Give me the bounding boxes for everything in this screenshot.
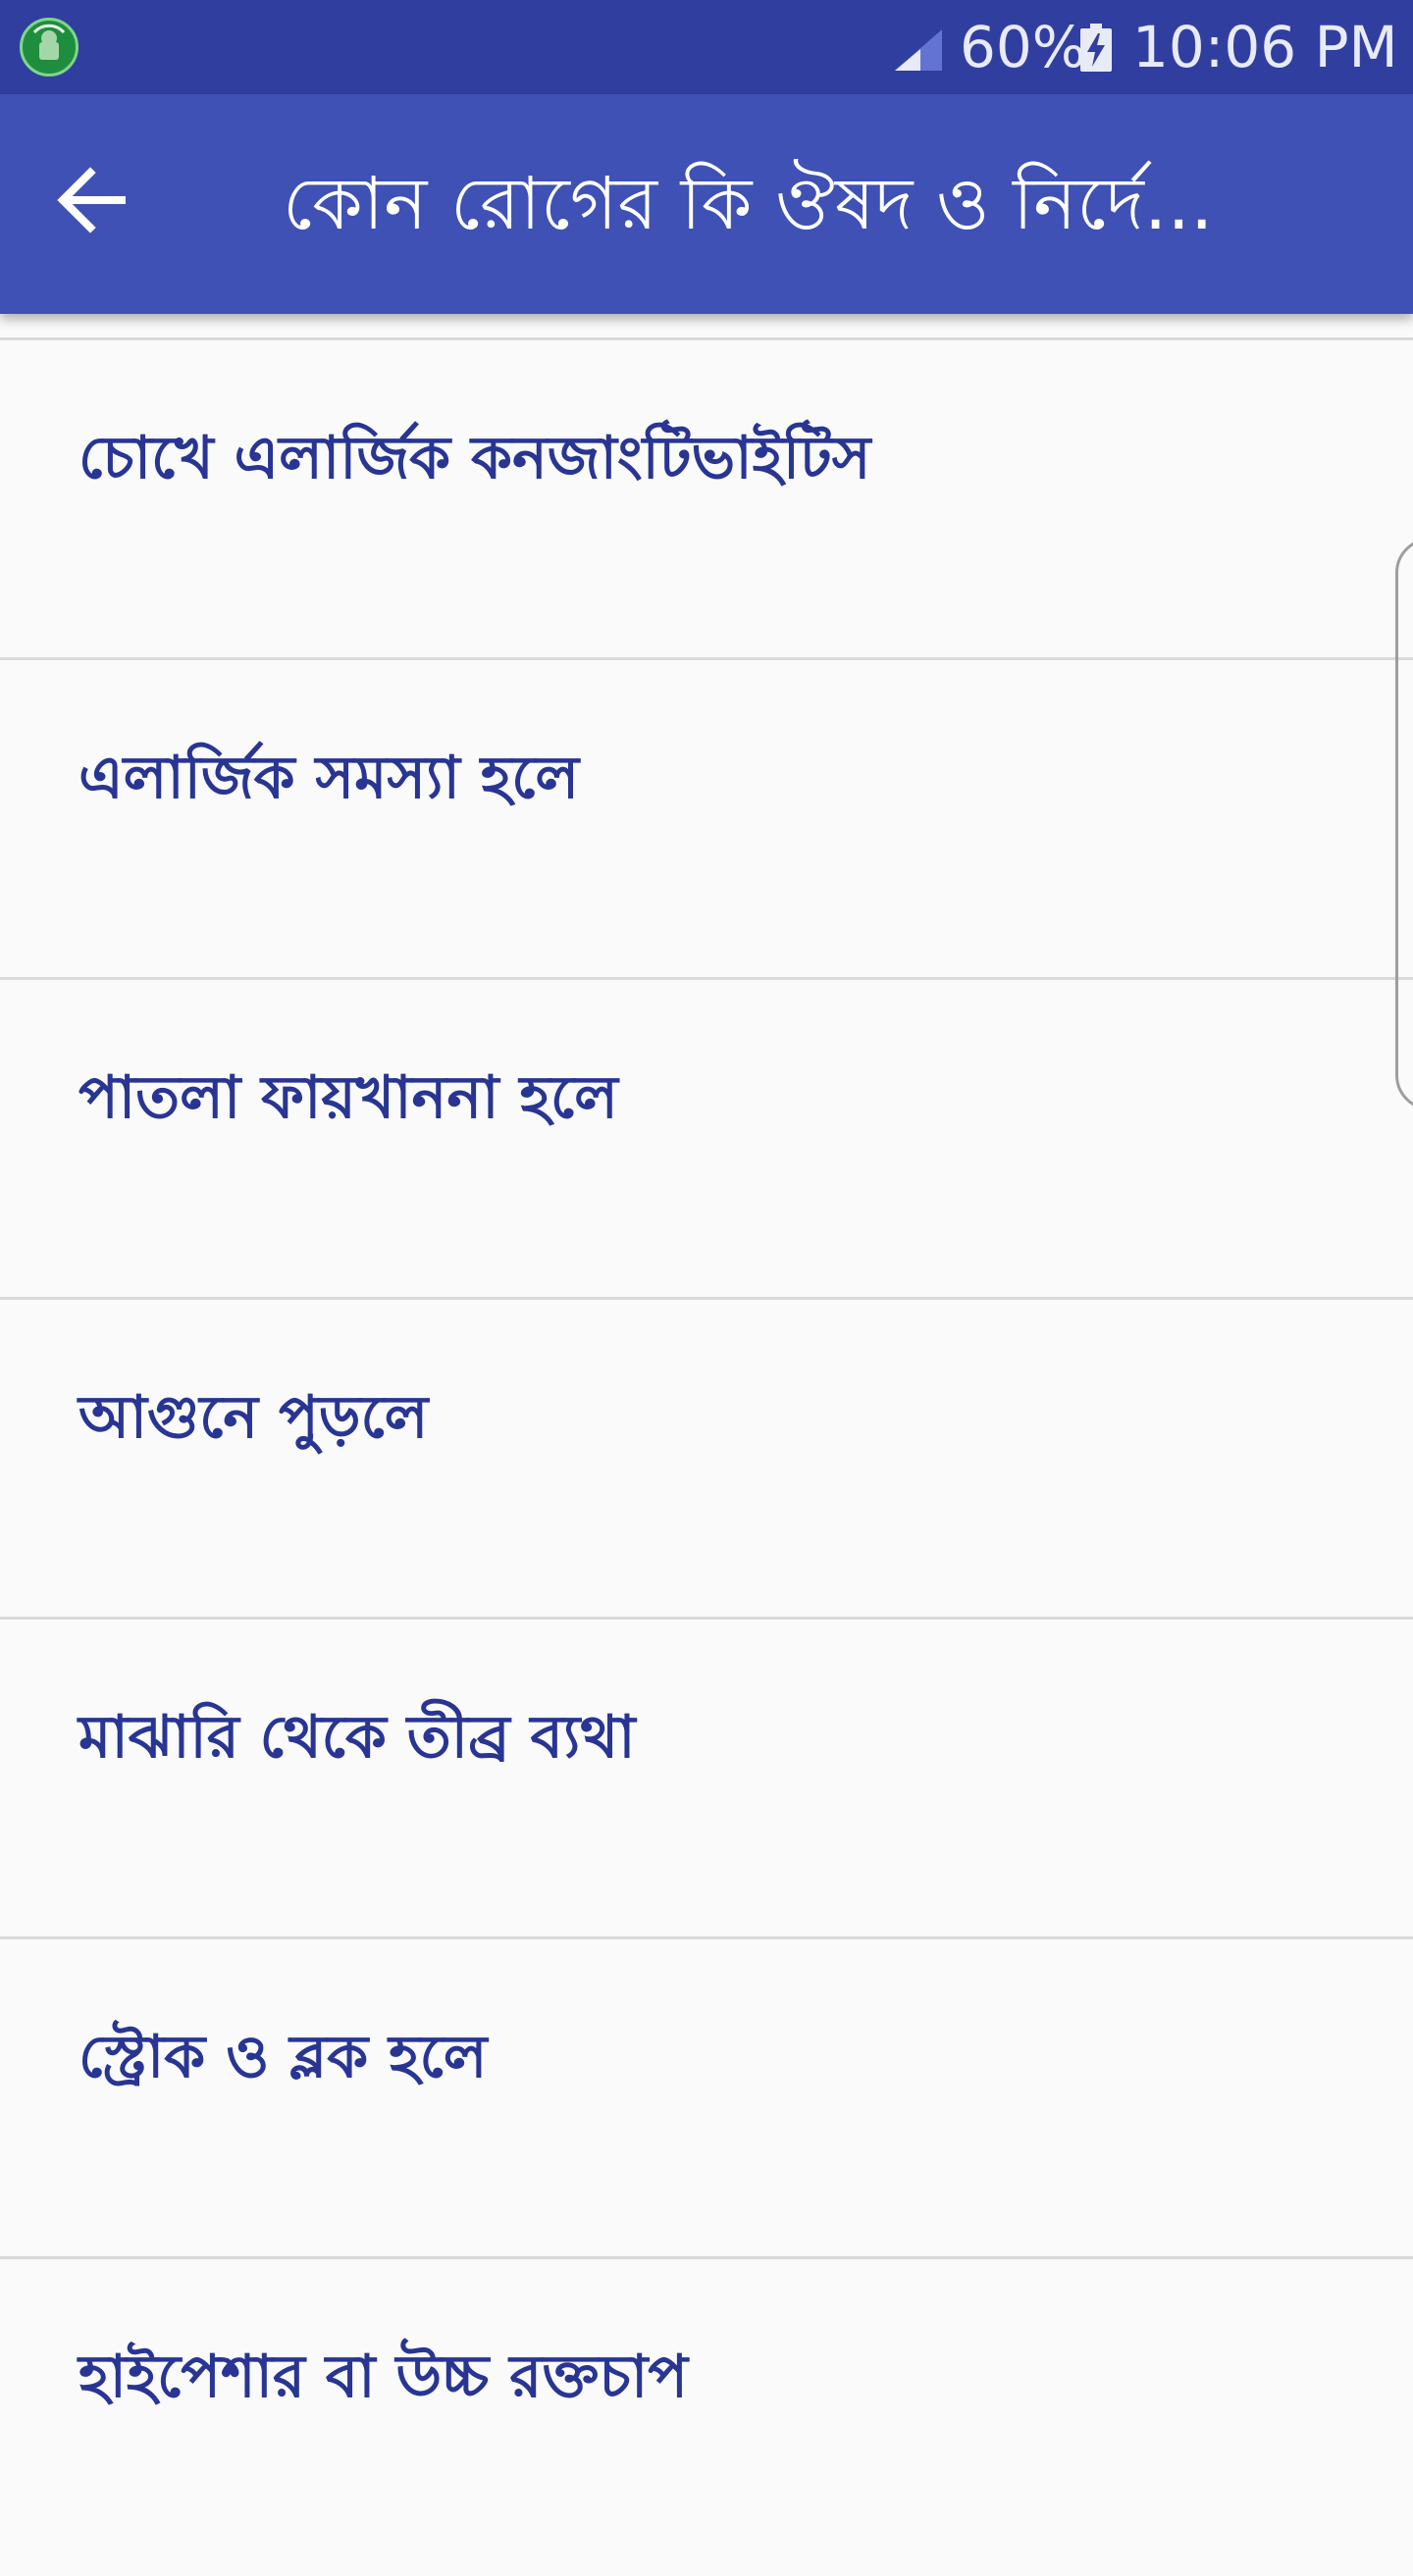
battery-percent: 60%	[960, 14, 1086, 80]
page-title: কোন রোগের কি ঔষদ ও নির্দে...	[283, 162, 1214, 246]
list-item[interactable]: স্ট্রোক ও ব্লক হলে	[0, 1936, 1413, 2256]
list-item-label: পাতলা ফায়খাননা হলে	[78, 1063, 618, 1132]
list-item[interactable]: হাইপেশার বা উচ্চ রক্তচাপ	[0, 2256, 1413, 2576]
list-item[interactable]: মাঝারি থেকে তীব্র ব্যথা	[0, 1617, 1413, 1936]
list-item-label: এলার্জিক সমস্যা হলে	[78, 744, 580, 812]
battery-charging-icon	[1080, 24, 1112, 72]
list-item-label: চোখে এলার্জিক কনজাংটিভাইটিস	[78, 424, 871, 492]
list-item[interactable]: আগুনে পুড়লে	[0, 1297, 1413, 1617]
list-item[interactable]: এলার্জিক সমস্যা হলে	[0, 657, 1413, 977]
status-bar: 60% 10:06 PM	[0, 0, 1413, 94]
list-item-label: হাইপেশার বা উচ্চ রক্তচাপ	[78, 2343, 689, 2411]
signal-icon	[895, 29, 942, 71]
list-item-label: আগুনে পুড়লে	[78, 1383, 429, 1452]
list-item[interactable]: চোখে এলার্জিক কনজাংটিভাইটিস	[0, 337, 1413, 657]
clock: 10:06 PM	[1132, 14, 1398, 80]
edge-panel-handle[interactable]	[1395, 538, 1413, 1110]
app-bar: কোন রোগের কি ঔষদ ও নির্দে...	[0, 94, 1413, 314]
back-button[interactable]	[39, 145, 147, 253]
app-notification-icon	[20, 18, 78, 77]
topic-list: চোখে এলার্জিক কনজাংটিভাইটিস এলার্জিক সমস…	[0, 337, 1413, 2576]
list-item-label: স্ট্রোক ও ব্লক হলে	[78, 2023, 488, 2091]
list-item[interactable]: পাতলা ফায়খাননা হলে	[0, 977, 1413, 1297]
arrow-back-icon	[57, 167, 126, 233]
list-item-label: মাঝারি থেকে তীব্র ব্যথা	[78, 1703, 636, 1772]
